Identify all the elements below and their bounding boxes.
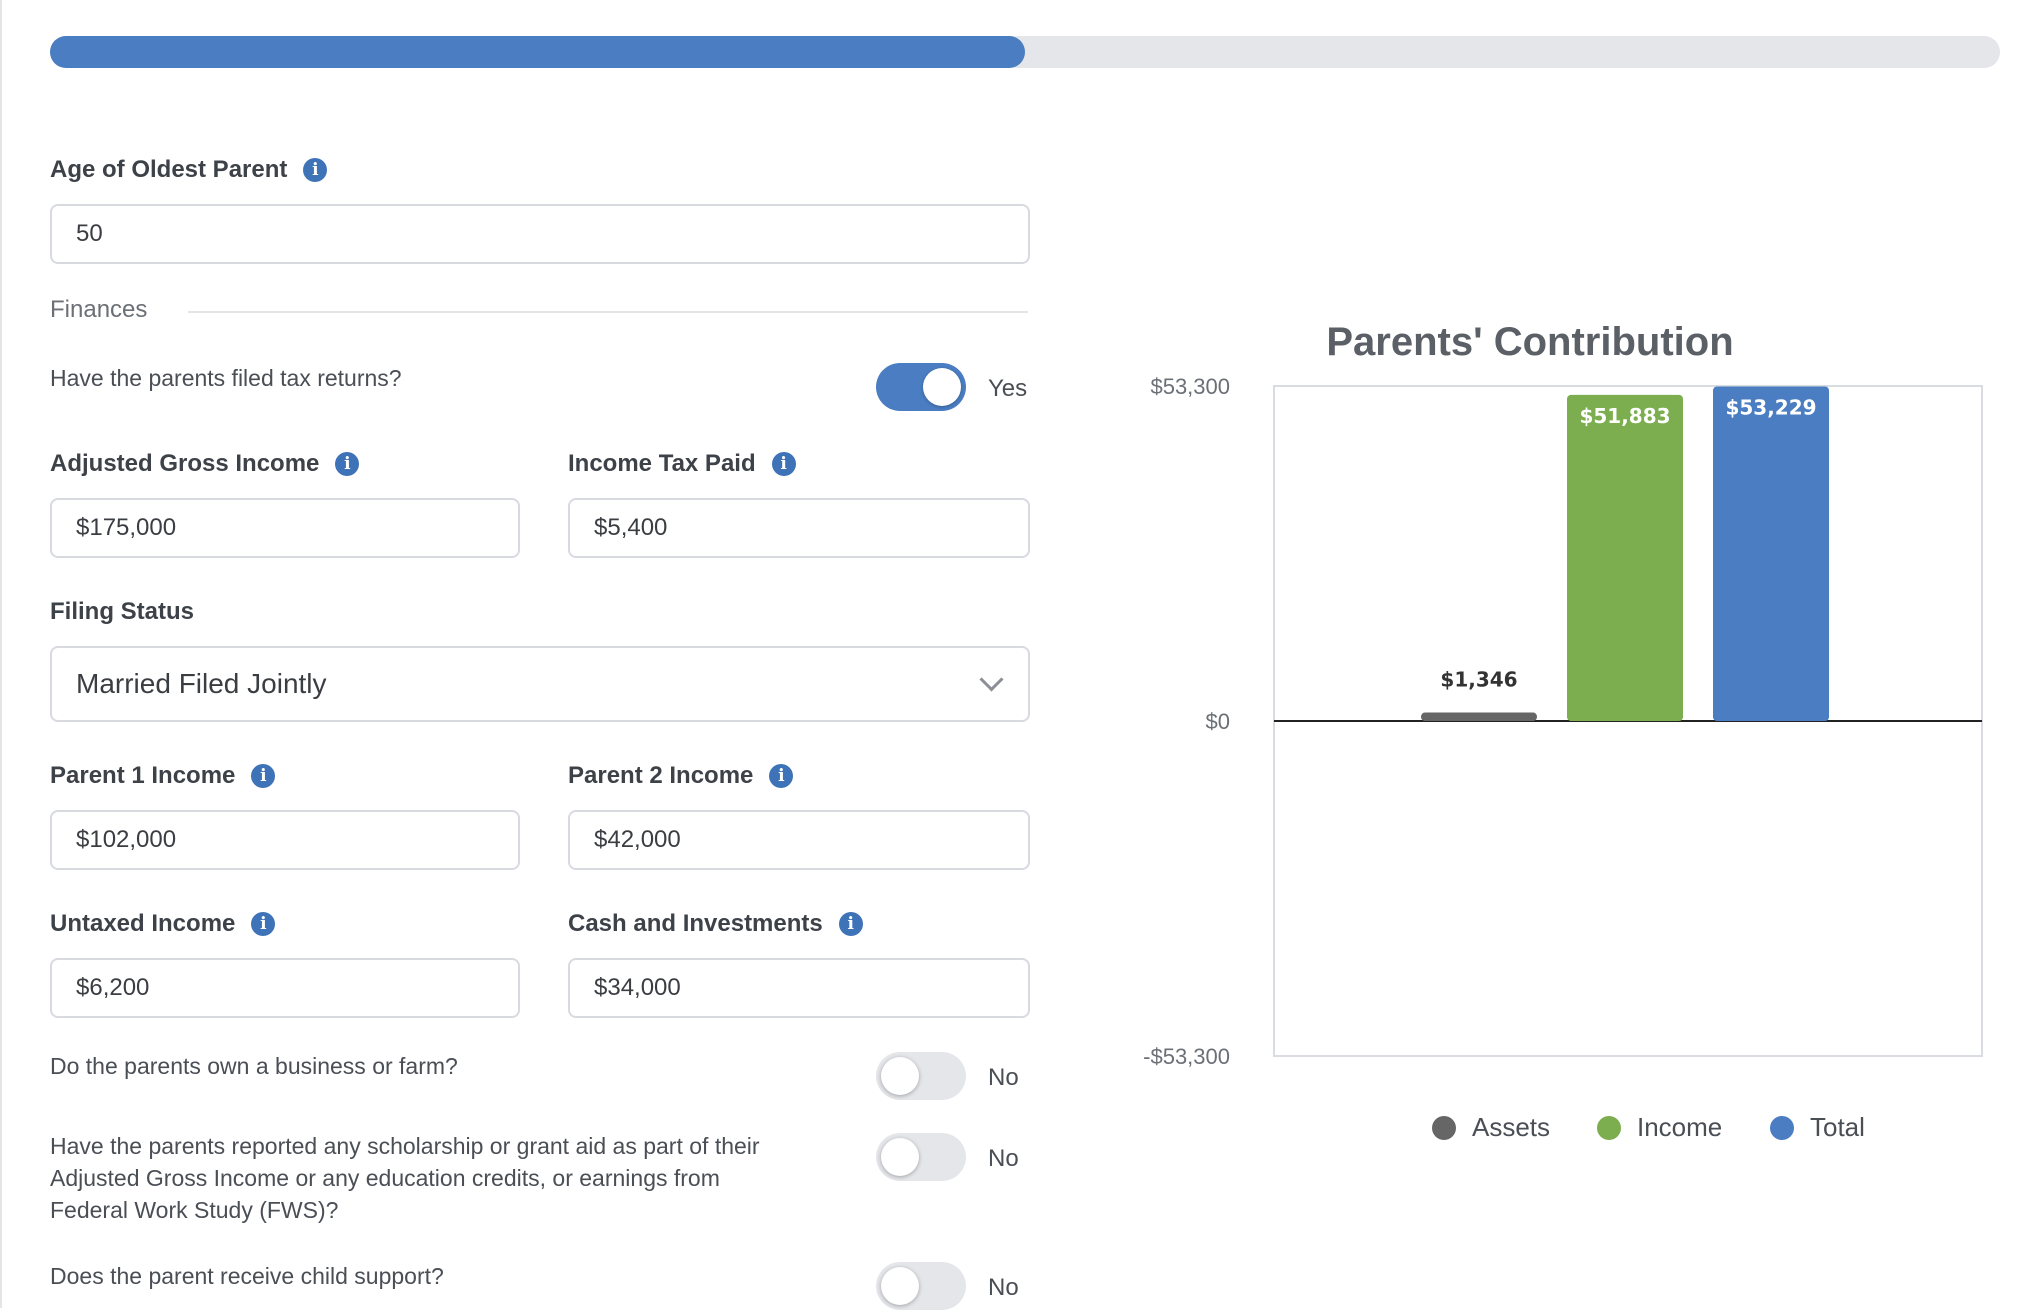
chart-plot: $53,300 $0 -$53,300 $1,346 $51,883 $53,229 — [1143, 374, 1983, 1069]
business-toggle[interactable] — [876, 1052, 966, 1100]
bar-income — [1567, 394, 1683, 721]
cash-label-text: Cash and Investments — [568, 910, 823, 937]
legend-item-assets[interactable]: Assets — [1432, 1112, 1550, 1143]
agi-label-text: Adjusted Gross Income — [50, 450, 320, 477]
y-tick-label: $53,300 — [1150, 374, 1230, 399]
info-icon[interactable]: i — [771, 452, 796, 476]
toggle-knob — [881, 1057, 919, 1095]
legend-item-income[interactable]: Income — [1597, 1112, 1722, 1143]
parent2-income-label: Parent 2 Income i — [568, 762, 794, 790]
untaxed-income-input[interactable]: $6,200 — [50, 958, 520, 1018]
toggle-knob — [881, 1267, 919, 1305]
age-label: Age of Oldest Parent i — [50, 156, 328, 184]
business-question: Do the parents own a business or farm? — [50, 1053, 458, 1079]
legend-dot — [1432, 1115, 1456, 1140]
age-input[interactable]: 50 — [50, 204, 1030, 264]
toggle-knob — [881, 1138, 919, 1176]
info-icon[interactable]: i — [303, 158, 328, 182]
agi-input[interactable]: $175,000 — [50, 498, 520, 558]
filing-status-select[interactable]: Married Filed Jointly — [50, 646, 1030, 722]
parent1-income-label: Parent 1 Income i — [50, 762, 276, 790]
legend-dot — [1770, 1115, 1794, 1140]
untaxed-label-text: Untaxed Income — [50, 910, 236, 937]
filed-taxes-question: Have the parents filed tax returns? — [50, 365, 402, 391]
section-divider — [188, 311, 1028, 313]
legend-item-total[interactable]: Total — [1770, 1112, 1865, 1143]
legend-label: Assets — [1472, 1112, 1551, 1142]
data-label-assets: $1,346 — [1440, 668, 1517, 692]
business-toggle-text: No — [988, 1064, 1019, 1091]
filed-taxes-toggle[interactable] — [876, 363, 966, 411]
y-tick-label: -$53,300 — [1143, 1044, 1230, 1069]
tax-paid-label-text: Income Tax Paid — [568, 450, 756, 477]
tax-paid-label: Income Tax Paid i — [568, 450, 796, 478]
chart-legend: Assets Income Total — [1120, 1112, 2038, 1152]
progress-bar — [50, 36, 2000, 68]
legend-label: Income — [1637, 1112, 1723, 1142]
child-support-question: Does the parent receive child support? — [50, 1263, 444, 1289]
data-label-total: $53,229 — [1725, 395, 1816, 419]
cash-investments-label: Cash and Investments i — [568, 910, 863, 938]
tax-paid-input[interactable]: $5,400 — [568, 498, 1030, 558]
finances-section-label: Finances — [50, 296, 148, 323]
info-icon[interactable]: i — [838, 912, 863, 936]
untaxed-income-label: Untaxed Income i — [50, 910, 276, 938]
parent1-label-text: Parent 1 Income — [50, 762, 236, 789]
toggle-knob — [923, 368, 961, 406]
bar-assets — [1421, 712, 1537, 721]
y-tick-label: $0 — [1206, 709, 1230, 734]
filing-status-value: Married Filed Jointly — [76, 668, 327, 699]
child-support-toggle-text: No — [988, 1274, 1019, 1301]
agi-label: Adjusted Gross Income i — [50, 450, 360, 478]
info-icon[interactable]: i — [251, 912, 276, 936]
info-icon[interactable]: i — [251, 764, 276, 788]
cash-investments-input[interactable]: $34,000 — [568, 958, 1030, 1018]
age-label-text: Age of Oldest Parent — [50, 156, 288, 183]
parent2-income-input[interactable]: $42,000 — [568, 810, 1030, 870]
scholarship-question: Have the parents reported any scholarshi… — [50, 1133, 760, 1223]
filing-status-label-text: Filing Status — [50, 598, 194, 625]
contribution-chart: Parents' Contribution $53,300 $0 -$53,300 $… — [1120, 300, 2038, 1180]
parent1-income-input[interactable]: $102,000 — [50, 810, 520, 870]
filed-taxes-toggle-text: Yes — [988, 375, 1028, 402]
chevron-down-icon — [979, 666, 1004, 692]
filing-status-label: Filing Status — [50, 598, 194, 626]
info-icon[interactable]: i — [335, 452, 360, 476]
legend-dot — [1597, 1115, 1621, 1140]
parent2-label-text: Parent 2 Income — [568, 762, 754, 789]
scholarship-toggle-text: No — [988, 1145, 1019, 1172]
info-icon[interactable]: i — [769, 764, 794, 788]
child-support-toggle[interactable] — [876, 1262, 966, 1310]
scholarship-toggle[interactable] — [876, 1133, 966, 1181]
page-left-border — [0, 0, 2, 1308]
data-label-income: $51,883 — [1579, 404, 1670, 428]
bar-total — [1713, 386, 1829, 721]
legend-label: Total — [1810, 1112, 1865, 1142]
progress-fill — [50, 36, 1025, 68]
